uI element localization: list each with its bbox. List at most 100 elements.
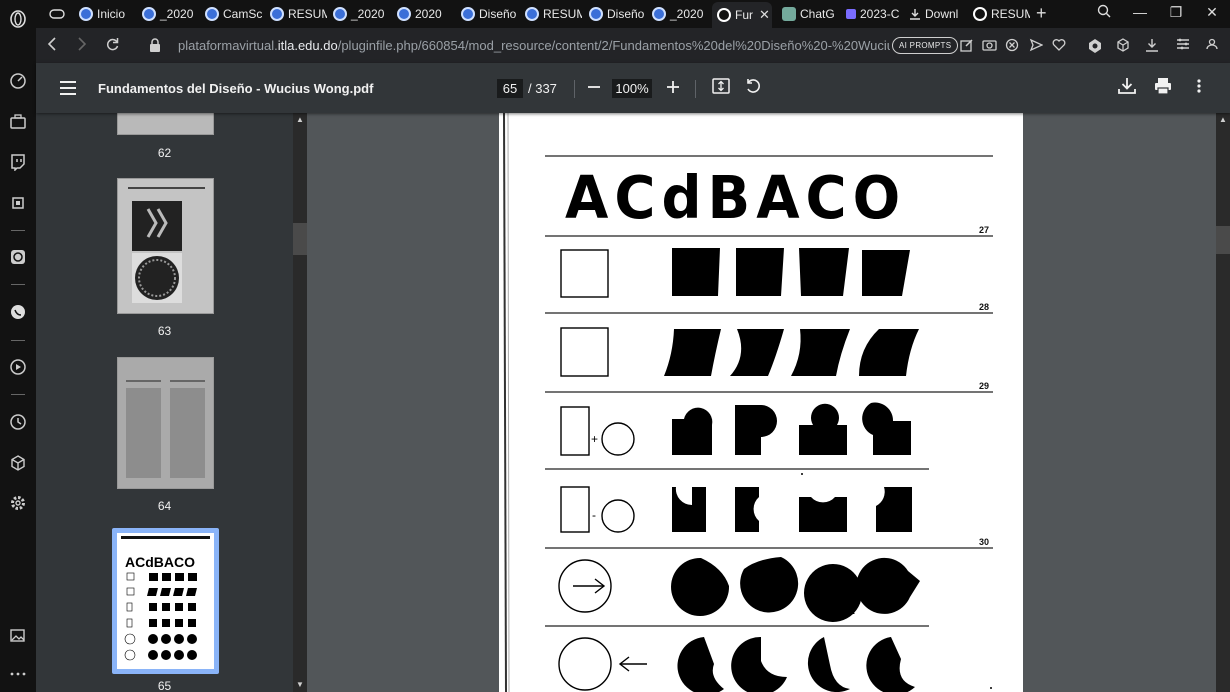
site-favicon-icon <box>525 7 539 21</box>
block-icon[interactable] <box>1004 38 1020 54</box>
scrollbar-thumb[interactable] <box>293 223 307 255</box>
tab-5[interactable]: 2020 <box>392 2 454 26</box>
document-viewport[interactable]: + - ACdBACO 27 28 29 30 <box>307 113 1216 692</box>
tab-12[interactable]: 2023-C <box>841 2 903 26</box>
cube-extension-icon[interactable] <box>1115 38 1131 54</box>
tab-label: Inicio <box>97 7 126 21</box>
tab-13[interactable]: Downl <box>904 2 966 26</box>
scrollbar-thumb[interactable] <box>1216 226 1230 254</box>
rotate-icon[interactable] <box>743 77 763 100</box>
close-tab-icon[interactable]: ✕ <box>759 7 770 23</box>
settings-icon[interactable] <box>7 492 29 514</box>
chatgpt-icon[interactable] <box>7 246 29 268</box>
briefcase-icon[interactable] <box>7 111 29 133</box>
page-number-input[interactable]: 65 <box>497 79 523 98</box>
tab-9[interactable]: _2020 <box>647 2 709 26</box>
browser-sidebar <box>0 0 36 692</box>
cube-icon[interactable] <box>7 452 29 474</box>
download-icon[interactable] <box>1117 77 1137 100</box>
tab-6[interactable]: Diseño <box>456 2 518 26</box>
profile-icon[interactable] <box>1204 38 1220 54</box>
toolbar-divider <box>574 80 575 98</box>
url-field[interactable]: plataformavirtual.itla.edu.do/pluginfile… <box>178 38 890 53</box>
scroll-up-icon[interactable]: ▲ <box>1219 115 1227 124</box>
zoom-out-icon[interactable] <box>584 77 604 99</box>
chatgpt-favicon-icon <box>782 7 796 21</box>
sidebar-divider <box>11 394 25 395</box>
tab-label: CamSc <box>223 7 263 21</box>
send-icon[interactable] <box>1028 38 1044 54</box>
ai-prompts-button[interactable]: AI PROMPTS <box>892 37 959 54</box>
more-icon[interactable] <box>7 662 29 684</box>
reload-icon[interactable] <box>105 36 120 57</box>
thumbnail-page-64[interactable] <box>117 357 214 489</box>
zoom-level-input[interactable]: 100% <box>612 79 652 98</box>
fit-page-icon[interactable] <box>711 77 731 99</box>
gamepad-icon <box>49 9 65 19</box>
tab-label: _2020 <box>351 7 385 21</box>
site-favicon-icon <box>79 7 93 21</box>
vpn-icon[interactable] <box>1087 38 1103 54</box>
easy-setup-icon[interactable] <box>1175 38 1191 54</box>
tab-10-active[interactable]: Fur ✕ <box>712 2 772 28</box>
close-window-icon[interactable]: ✕ <box>1202 4 1222 21</box>
tab-1[interactable]: _2020 <box>137 2 199 26</box>
tab-11[interactable]: ChatG <box>777 2 839 26</box>
letterform-row: ACdBACO <box>565 164 907 233</box>
download-icon[interactable] <box>1144 38 1160 54</box>
url-path: /pluginfile.php/660854/mod_resource/cont… <box>337 38 890 53</box>
chip-icon[interactable] <box>7 192 29 214</box>
search-tabs-icon[interactable] <box>1094 4 1114 21</box>
zoom-in-icon[interactable] <box>663 77 683 99</box>
tab-label: 2020 <box>415 7 442 21</box>
player-icon[interactable] <box>7 356 29 378</box>
thumbnail-label: 65 <box>157 679 172 692</box>
site-favicon-icon <box>205 7 219 21</box>
tab-8[interactable]: Diseño <box>584 2 646 26</box>
image-icon[interactable] <box>7 624 29 646</box>
site-favicon-icon <box>270 7 284 21</box>
print-icon[interactable] <box>1153 77 1173 100</box>
twitch-icon[interactable] <box>7 151 29 173</box>
pdf-viewer-window: Inicio _2020 CamSc RESUM _2020 2020 Dise… <box>0 0 1230 692</box>
new-tab-button[interactable]: + <box>1036 3 1047 24</box>
speedometer-icon[interactable] <box>7 70 29 92</box>
lock-icon[interactable] <box>149 38 161 52</box>
scroll-down-icon[interactable]: ▼ <box>296 680 304 689</box>
tab-3[interactable]: RESUM <box>265 2 327 26</box>
thumbnail-page-65[interactable]: ACdBACO <box>117 533 214 669</box>
tab-label: Downl <box>925 7 959 21</box>
thumbnail-scrollbar[interactable]: ▲ ▼ <box>293 113 307 692</box>
opera-logo-icon[interactable] <box>7 8 29 30</box>
site-favicon-icon <box>717 8 731 22</box>
restore-icon[interactable]: ❐ <box>1166 4 1186 21</box>
thumbnail-label: 64 <box>157 499 172 513</box>
thumbnail-preview <box>126 380 205 478</box>
tab-0[interactable]: Inicio <box>74 2 136 26</box>
thumbnail-page-63[interactable] <box>117 178 214 314</box>
minimize-icon[interactable]: — <box>1130 4 1150 20</box>
tab-label: Diseño <box>479 7 517 21</box>
edit-icon[interactable] <box>959 38 975 54</box>
more-options-icon[interactable] <box>1189 77 1209 99</box>
tab-label: 2023-C <box>860 7 900 21</box>
history-icon[interactable] <box>7 411 29 433</box>
whatsapp-icon[interactable] <box>7 301 29 323</box>
tab-7[interactable]: RESUM <box>520 2 582 26</box>
thumbnail-page-62[interactable] <box>117 113 214 135</box>
scroll-up-icon[interactable]: ▲ <box>296 115 304 124</box>
forward-icon[interactable] <box>76 36 88 57</box>
heart-icon[interactable] <box>1051 38 1067 54</box>
menu-icon[interactable] <box>60 81 76 95</box>
document-scrollbar[interactable]: ▲ <box>1216 113 1230 692</box>
gamepad-tab[interactable] <box>44 2 74 26</box>
toolbar-divider <box>695 80 696 98</box>
pdf-page: + - ACdBACO 27 28 29 30 <box>499 113 1023 692</box>
section-number: 30 <box>979 537 990 547</box>
thumbnail-label: 62 <box>157 146 172 160</box>
tab-14[interactable]: RESUM <box>968 2 1030 26</box>
camera-icon[interactable] <box>981 38 997 54</box>
back-icon[interactable] <box>46 36 58 57</box>
tab-4[interactable]: _2020 <box>328 2 390 26</box>
tab-2[interactable]: CamSc <box>200 2 264 26</box>
